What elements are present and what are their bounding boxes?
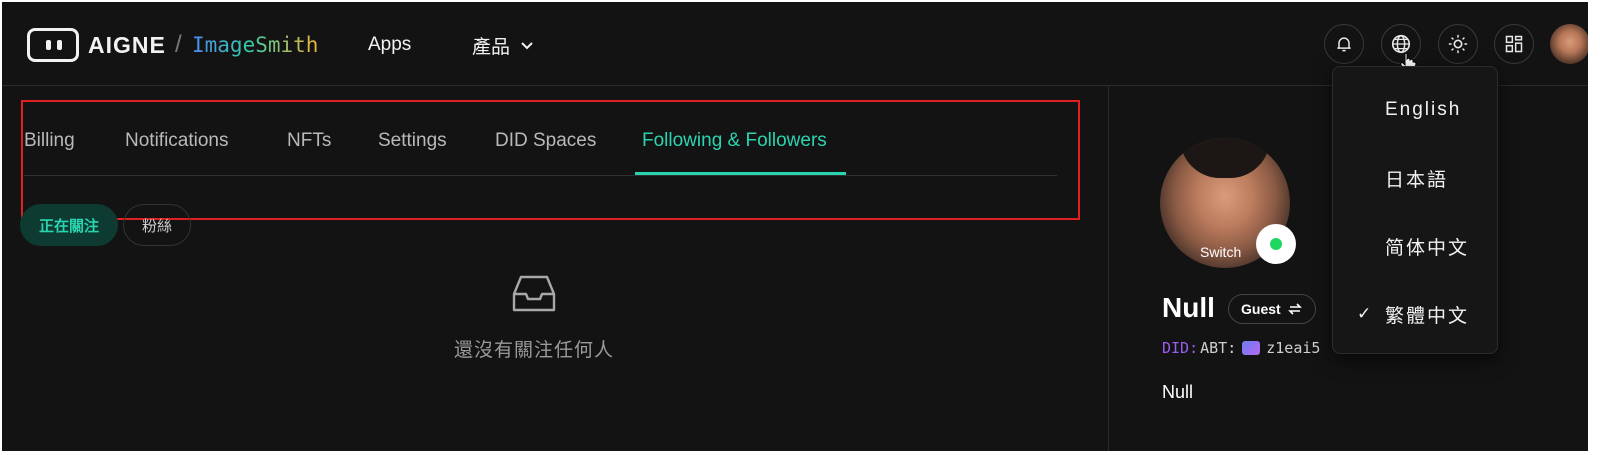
logo-eye-left <box>46 40 51 50</box>
brand-separator: / <box>175 31 182 58</box>
apps-grid-button[interactable] <box>1494 24 1534 64</box>
lang-label: 日本語 <box>1385 169 1449 191</box>
empty-state-text: 還沒有關注任何人 <box>454 340 615 361</box>
notifications-button[interactable] <box>1324 24 1364 64</box>
online-dot <box>1270 238 1282 250</box>
panel-divider <box>1108 86 1109 451</box>
logo-eye-right <box>57 40 62 50</box>
profile-description: Null <box>1162 382 1194 402</box>
avatar-hair <box>1180 138 1270 178</box>
followers-subtab[interactable]: 粉絲 <box>123 204 192 246</box>
role-label: Guest <box>1241 301 1281 317</box>
nav-product-label: 產品 <box>472 37 511 58</box>
lang-option-traditional-chinese[interactable]: ✓ 繁體中文 <box>1333 289 1497 339</box>
apps-grid-icon <box>1505 35 1523 53</box>
did-avatar-icon <box>1242 341 1261 355</box>
check-icon: ✓ <box>1357 304 1374 323</box>
chevron-down-icon <box>521 41 533 49</box>
swap-icon <box>1287 303 1302 315</box>
lang-label: 简体中文 <box>1385 237 1470 259</box>
lang-label: 繁體中文 <box>1385 305 1470 327</box>
theme-toggle-button[interactable] <box>1438 24 1478 64</box>
following-subtab[interactable]: 正在關注 <box>20 204 119 246</box>
nav-apps-link[interactable]: Apps <box>368 34 411 56</box>
logo-icon[interactable] <box>27 28 79 62</box>
bell-icon <box>1337 37 1351 52</box>
language-menu: English 日本語 简体中文 ✓ 繁體中文 <box>1332 66 1498 354</box>
did-prefix: DID: <box>1162 339 1199 357</box>
user-avatar[interactable] <box>1550 24 1588 64</box>
lang-option-simplified-chinese[interactable]: 简体中文 <box>1333 221 1497 271</box>
did-address[interactable]: DID: ABT: z1eai5 <box>1162 339 1320 357</box>
switch-avatar-button[interactable]: Switch <box>1200 244 1241 260</box>
did-type: ABT: <box>1200 339 1237 357</box>
lang-label: English <box>1385 99 1462 120</box>
online-status-badge <box>1256 224 1296 264</box>
brand-name[interactable]: AIGNE <box>88 32 166 59</box>
lang-option-english[interactable]: English <box>1333 85 1497 135</box>
app-window: AIGNE / ImageSmith Apps 產品 Billing Notif… <box>2 2 1588 451</box>
inbox-icon <box>512 275 556 312</box>
profile-name: Null <box>1162 292 1215 323</box>
lang-option-japanese[interactable]: 日本語 <box>1333 153 1497 203</box>
app-name[interactable]: ImageSmith <box>192 33 318 57</box>
annotation-highlight-box <box>21 100 1080 220</box>
sun-icon <box>1448 34 1468 54</box>
did-value: z1eai5 <box>1266 339 1321 357</box>
role-switch-badge[interactable]: Guest <box>1228 294 1316 324</box>
nav-product-menu[interactable]: 產品 <box>472 32 534 59</box>
